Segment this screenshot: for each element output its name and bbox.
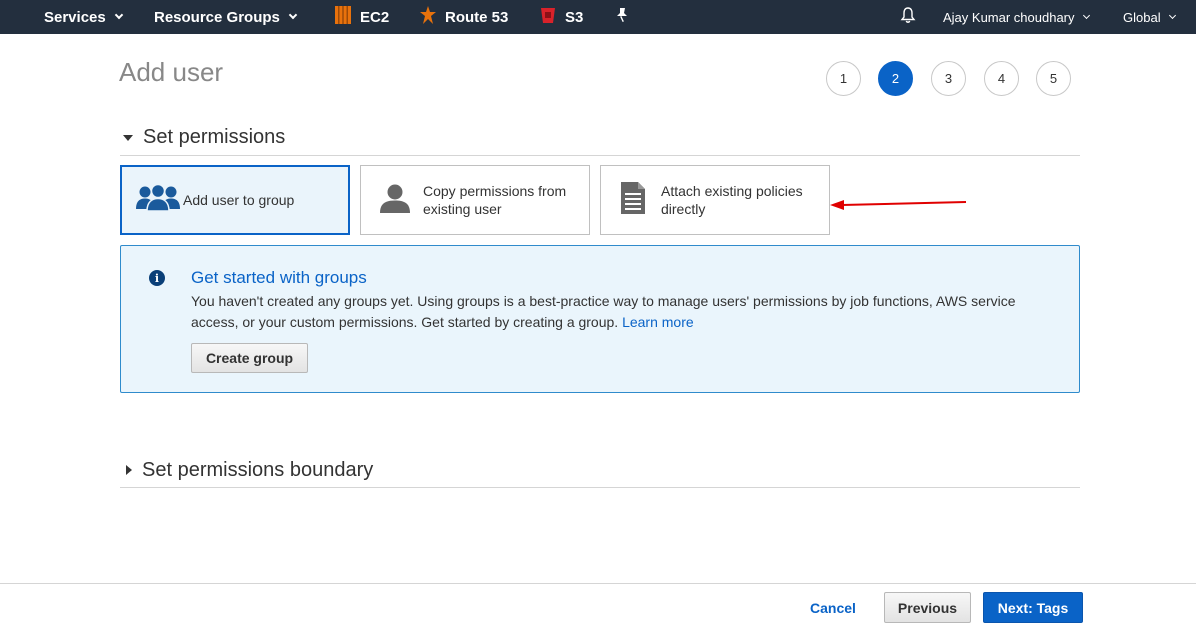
create-group-button[interactable]: Create group — [191, 343, 308, 373]
info-title: Get started with groups — [191, 268, 367, 287]
s3-label: S3 — [565, 8, 584, 26]
step-5[interactable]: 5 — [1036, 61, 1071, 96]
ec2-label: EC2 — [360, 8, 390, 26]
chevron-down-icon — [288, 10, 298, 20]
pin-shortcut-button[interactable] — [615, 0, 629, 34]
document-icon — [620, 181, 646, 220]
learn-more-link[interactable]: Learn more — [622, 314, 694, 330]
bell-icon — [900, 6, 916, 28]
info-body: You haven't created any groups yet. Usin… — [191, 291, 1051, 333]
s3-shortcut[interactable]: S3 — [539, 0, 583, 34]
route53-icon — [419, 5, 437, 29]
set-permissions-title: Set permissions — [143, 126, 286, 148]
previous-button[interactable]: Previous — [884, 592, 971, 623]
users-group-icon — [135, 183, 181, 218]
resource-groups-menu[interactable]: Resource Groups — [154, 0, 298, 34]
next-tags-button[interactable]: Next: Tags — [983, 592, 1083, 623]
step-1[interactable]: 1 — [826, 61, 861, 96]
collapse-triangle-icon — [123, 135, 133, 141]
region-label: Global — [1123, 9, 1161, 25]
services-label: Services — [44, 8, 106, 26]
option-attach-policies[interactable]: Attach existing policies directly — [600, 165, 830, 235]
chevron-down-icon — [114, 10, 123, 20]
cancel-link[interactable]: Cancel — [810, 600, 856, 616]
region-menu[interactable]: Global — [1123, 0, 1176, 34]
step-4[interactable]: 4 — [984, 61, 1019, 96]
info-body-text: You haven't created any groups yet. Usin… — [191, 293, 1016, 330]
option-add-user-to-group[interactable]: Add user to group — [120, 165, 350, 235]
step-2-active[interactable]: 2 — [878, 61, 913, 96]
chevron-down-icon — [1168, 11, 1176, 19]
services-menu[interactable]: Services — [44, 0, 123, 34]
set-permissions-boundary-title: Set permissions boundary — [142, 459, 374, 481]
s3-bucket-icon — [539, 5, 557, 29]
set-permissions-header[interactable]: Set permissions — [120, 126, 1080, 156]
route53-label: Route 53 — [445, 8, 509, 26]
resource-groups-label: Resource Groups — [154, 8, 280, 26]
set-permissions-boundary-header[interactable]: Set permissions boundary — [120, 459, 1080, 488]
pin-icon — [615, 7, 629, 27]
info-icon: i — [149, 270, 165, 286]
annotation-arrow-icon — [830, 200, 967, 210]
expand-triangle-icon — [126, 465, 132, 475]
step-3[interactable]: 3 — [931, 61, 966, 96]
notifications-button[interactable] — [900, 0, 916, 34]
chevron-down-icon — [1082, 11, 1090, 19]
top-nav-bar: Services Resource Groups EC2 Route 53 S3… — [0, 0, 1196, 34]
account-name: Ajay Kumar choudhary — [943, 9, 1075, 25]
page-title: Add user — [119, 57, 224, 87]
account-menu[interactable]: Ajay Kumar choudhary — [943, 0, 1090, 34]
get-started-info-box: i Get started with groups You haven't cr… — [120, 245, 1080, 393]
route53-shortcut[interactable]: Route 53 — [419, 0, 508, 34]
option-label: Copy permissions from existing user — [423, 183, 567, 217]
option-label: Add user to group — [183, 192, 295, 208]
ec2-icon — [334, 5, 352, 29]
option-copy-permissions[interactable]: Copy permissions from existing user — [360, 165, 590, 235]
wizard-footer: Cancel Previous Next: Tags — [0, 583, 1196, 630]
ec2-shortcut[interactable]: EC2 — [334, 0, 389, 34]
option-label: Attach existing policies directly — [661, 183, 803, 217]
user-silhouette-icon — [379, 183, 411, 218]
